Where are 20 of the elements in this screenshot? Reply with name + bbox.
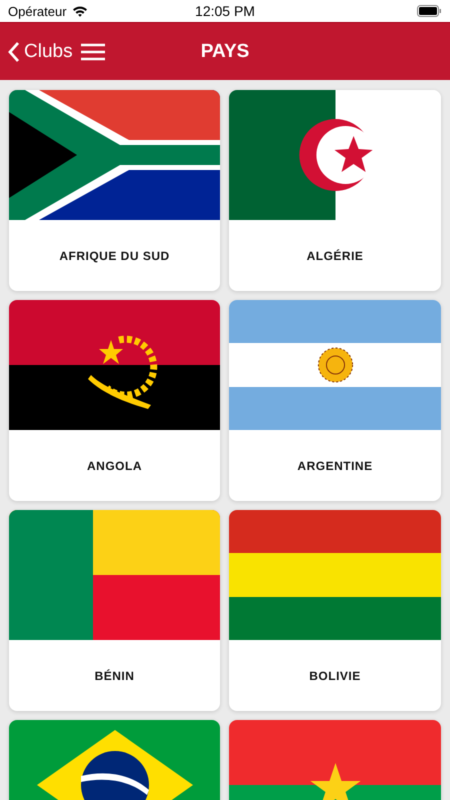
country-name: BOLIVIE (309, 668, 361, 682)
clock-time: 12:05 PM (195, 3, 255, 19)
carrier-name: Opérateur (8, 4, 67, 18)
country-name: ALGÉRIE (306, 248, 364, 262)
back-chevron-icon (8, 40, 20, 62)
page-title: PAYS (200, 40, 250, 62)
wifi-icon (72, 5, 88, 17)
back-button[interactable]: Clubs (8, 40, 73, 62)
country-card[interactable]: ARGENTINE (229, 300, 441, 501)
country-name: ARGENTINE (297, 458, 373, 472)
country-card[interactable]: BOLIVIE (229, 510, 441, 711)
battery-icon (417, 5, 442, 17)
country-card[interactable]: ANGOLA (9, 300, 220, 501)
country-name: BÉNIN (94, 668, 134, 682)
country-card[interactable]: AFRIQUE DU SUD (9, 90, 220, 291)
country-card[interactable]: BÉNIN (9, 510, 220, 711)
country-card[interactable]: ALGÉRIE (229, 90, 441, 291)
country-name: AFRIQUE DU SUD (59, 248, 170, 262)
menu-button[interactable] (80, 42, 105, 60)
country-name: ANGOLA (87, 458, 142, 472)
